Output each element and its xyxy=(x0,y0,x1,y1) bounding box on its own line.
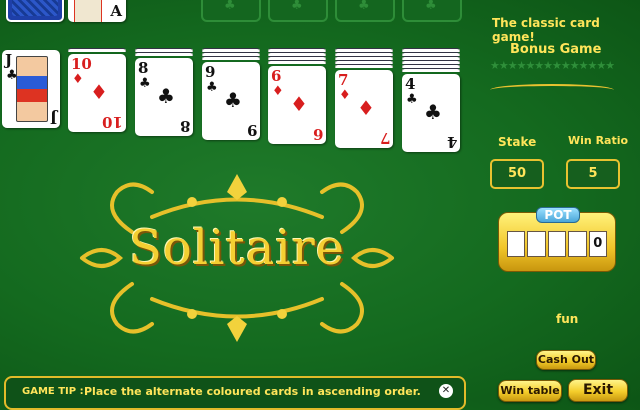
card-rank-bottom: J xyxy=(49,109,57,127)
card-rank: 10 xyxy=(71,55,92,73)
card-center-suit-icon: ♦ xyxy=(290,92,308,116)
card-suit-icon: ♣ xyxy=(139,76,151,91)
foundation-slot-3[interactable]: ♣ xyxy=(335,0,395,22)
card-suit-icon: ♦ xyxy=(339,88,351,103)
card-back-pattern xyxy=(12,0,58,16)
hidden-card-edge xyxy=(202,56,260,60)
foundation-slot-1[interactable]: ♣ xyxy=(201,0,261,22)
card-rank-bottom: 6 xyxy=(312,125,323,143)
exit-button[interactable]: Exit xyxy=(568,379,628,402)
hidden-card-edge xyxy=(402,68,460,72)
stock-pile[interactable] xyxy=(6,0,64,22)
card-rank-bottom: 9 xyxy=(246,121,257,139)
card-rank-bottom: 10 xyxy=(102,113,123,131)
tableau-card-7[interactable]: 4 ♣ ♣ 4 xyxy=(402,74,460,152)
pot-value: 0 xyxy=(588,231,608,257)
card-center-suit-icon: ♣ xyxy=(424,100,442,124)
game-tip-bar: GAME TIP : Place the alternate coloured … xyxy=(4,376,466,410)
club-icon: ♣ xyxy=(224,0,236,13)
waste-card-art xyxy=(74,0,102,22)
card-rank-bottom: 4 xyxy=(446,133,457,151)
waste-card-rank: A xyxy=(110,2,122,20)
ornament-divider xyxy=(490,84,614,96)
club-icon: ♣ xyxy=(291,0,303,13)
hidden-card-edge xyxy=(335,64,393,68)
tableau-card-5[interactable]: 6 ♦ ♦ 6 xyxy=(268,66,326,144)
foundation-slot-2[interactable]: ♣ xyxy=(268,0,328,22)
card-suit-icon: ♣ xyxy=(406,92,418,107)
card-rank: 6 xyxy=(271,67,282,85)
bonus-game-label: Bonus Game xyxy=(510,42,602,57)
hidden-card-edge xyxy=(135,52,193,56)
jack-face-art xyxy=(16,56,48,122)
card-rank-bottom: 7 xyxy=(379,129,390,147)
mode-text: fun xyxy=(556,312,579,326)
close-icon[interactable]: ✕ xyxy=(439,384,453,398)
tagline: The classic card game! xyxy=(492,16,600,44)
cash-out-button[interactable]: Cash Out xyxy=(536,350,596,370)
logo-text: Solitaire xyxy=(128,220,346,276)
card-center-suit-icon: ♣ xyxy=(157,84,175,108)
card-suit-icon: ♦ xyxy=(72,72,84,87)
club-icon: ♣ xyxy=(425,0,437,13)
card-rank: J xyxy=(5,51,13,69)
waste-card[interactable]: A xyxy=(68,0,126,22)
pot-panel: POT 0 xyxy=(498,207,616,272)
tableau-card-1[interactable]: J♣♣J xyxy=(2,50,60,128)
stake-label: Stake xyxy=(498,135,537,149)
hidden-card-edge xyxy=(68,48,126,52)
card-rank: 7 xyxy=(338,71,349,89)
tableau-card-4[interactable]: 9 ♣ ♣ 9 xyxy=(202,62,260,140)
game-tip-label: GAME TIP : xyxy=(22,386,84,397)
hidden-card-edge xyxy=(268,60,326,64)
win-table-button[interactable]: Win table xyxy=(498,380,562,402)
club-icon: ♣ xyxy=(358,0,370,13)
pot-digit-boxes: 0 xyxy=(507,231,608,257)
card-rank: 4 xyxy=(405,75,416,93)
card-rank: 8 xyxy=(138,59,149,77)
game-tip-text: Place the alternate coloured cards in as… xyxy=(84,385,421,398)
tableau-card-3[interactable]: 8 ♣ ♣ 8 xyxy=(135,58,193,136)
card-suit-icon: ♦ xyxy=(272,84,284,99)
tableau-card-6[interactable]: 7 ♦ ♦ 7 xyxy=(335,70,393,148)
card-center-suit-icon: ♦ xyxy=(90,80,108,104)
card-center-suit-icon: ♣ xyxy=(224,88,242,112)
win-ratio-value: 5 xyxy=(566,159,620,189)
card-rank-bottom: 8 xyxy=(179,117,190,135)
card-rank: 9 xyxy=(205,63,216,81)
solitaire-logo: Solitaire xyxy=(72,172,402,344)
pot-label: POT xyxy=(536,207,580,223)
tableau-card-2[interactable]: 10 ♦ ♦ 10 xyxy=(68,54,126,132)
win-ratio-label: Win Ratio xyxy=(568,134,629,147)
card-suit-icon: ♣ xyxy=(206,80,218,95)
foundation-slot-4[interactable]: ♣ xyxy=(402,0,462,22)
stake-value: 50 xyxy=(490,159,544,189)
bonus-progress-stars: ★★★★★★★★★★★★★★★ xyxy=(490,59,614,71)
card-center-suit-icon: ♦ xyxy=(357,96,375,120)
